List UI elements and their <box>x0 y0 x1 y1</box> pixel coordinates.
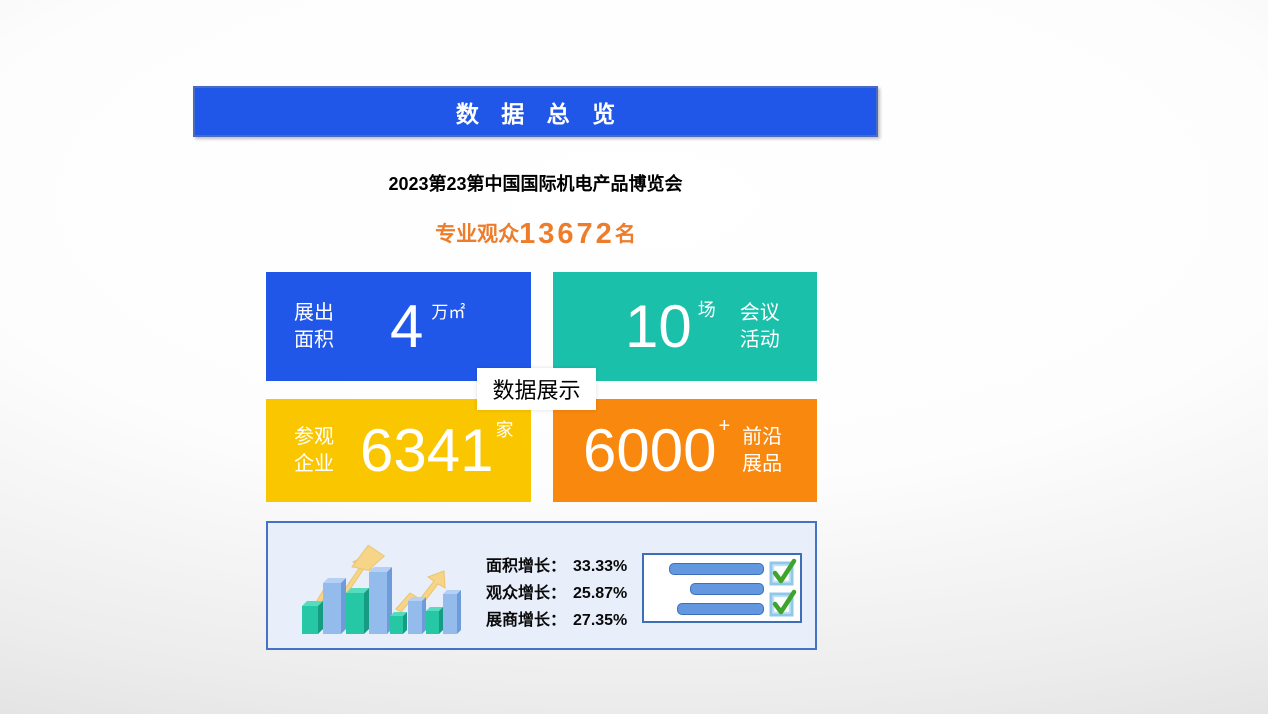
checklist-bar <box>669 563 764 575</box>
card-companies-label-line2: 企业 <box>294 451 334 477</box>
card-exhibits: 6000 + 前沿 展品 <box>553 399 817 502</box>
card-exhibition-area: 展出 面积 4 万㎡ <box>266 272 531 381</box>
card-companies-label-line1: 参观 <box>294 424 334 450</box>
stat-area-growth-value: 33.33% <box>573 558 627 575</box>
card-exhibits-value: 6000 <box>583 421 716 481</box>
checkbox-check-icon <box>768 589 798 619</box>
card-area-label-line2: 面积 <box>294 327 334 353</box>
audience-stat-line: 专业观众13672名 <box>193 218 878 251</box>
center-label: 数据展示 <box>477 368 596 410</box>
slide: 数 据 总 览 2023第23第中国国际机电产品博览会 专业观众13672名 展… <box>0 0 1268 714</box>
growth-bar-chart-icon <box>296 527 468 645</box>
stat-area-growth: 面积增长： 33.33% <box>486 553 627 580</box>
card-companies: 参观 企业 6341 家 <box>266 399 531 502</box>
checklist-bar <box>690 583 764 595</box>
growth-stats: 面积增长： 33.33% 观众增长： 25.87% 展商增长： 27.35% <box>486 553 627 634</box>
card-companies-label: 参观 企业 <box>294 424 334 477</box>
card-exhibits-label-line1: 前沿 <box>742 424 782 450</box>
stat-area-growth-label: 面积增长： <box>486 558 566 575</box>
stat-exhibitor-growth-label: 展商增长： <box>486 612 566 629</box>
card-area-label-line1: 展出 <box>294 300 334 326</box>
event-title: 2023第23第中国国际机电产品博览会 <box>193 170 878 196</box>
card-area-unit: 万㎡ <box>431 298 465 323</box>
card-meetings-unit: 场 <box>698 296 716 322</box>
card-exhibits-label: 前沿 展品 <box>742 424 782 477</box>
card-companies-unit: 家 <box>495 416 513 442</box>
card-exhibits-plus: + <box>718 415 730 438</box>
checklist-icon <box>642 553 802 623</box>
section-title: 数 据 总 览 <box>448 95 623 129</box>
card-meetings-label-line2: 活动 <box>740 327 780 353</box>
stat-audience-growth-label: 观众增长： <box>486 585 566 602</box>
section-header-banner: 数 据 总 览 <box>193 86 878 137</box>
card-area-label: 展出 面积 <box>294 300 334 353</box>
card-meetings-value: 10 <box>625 297 692 357</box>
card-meetings-label: 会议 活动 <box>740 300 780 353</box>
audience-prefix: 专业观众 <box>435 223 519 246</box>
card-meetings: 10 场 会议 活动 <box>553 272 817 381</box>
stat-audience-growth-value: 25.87% <box>573 585 627 602</box>
card-companies-value: 6341 <box>360 421 493 481</box>
stat-exhibitor-growth-value: 27.35% <box>573 612 627 629</box>
growth-panel: 面积增长： 33.33% 观众增长： 25.87% 展商增长： 27.35% <box>266 521 817 650</box>
card-exhibits-label-line2: 展品 <box>742 451 782 477</box>
card-area-value: 4 <box>390 297 423 357</box>
stat-exhibitor-growth: 展商增长： 27.35% <box>486 607 627 634</box>
checkbox-check-icon <box>768 558 798 588</box>
checklist-bar <box>677 603 764 615</box>
audience-number: 13672 <box>519 218 615 250</box>
stat-audience-growth: 观众增长： 25.87% <box>486 580 627 607</box>
audience-suffix: 名 <box>615 223 636 246</box>
card-meetings-label-line1: 会议 <box>740 300 780 326</box>
